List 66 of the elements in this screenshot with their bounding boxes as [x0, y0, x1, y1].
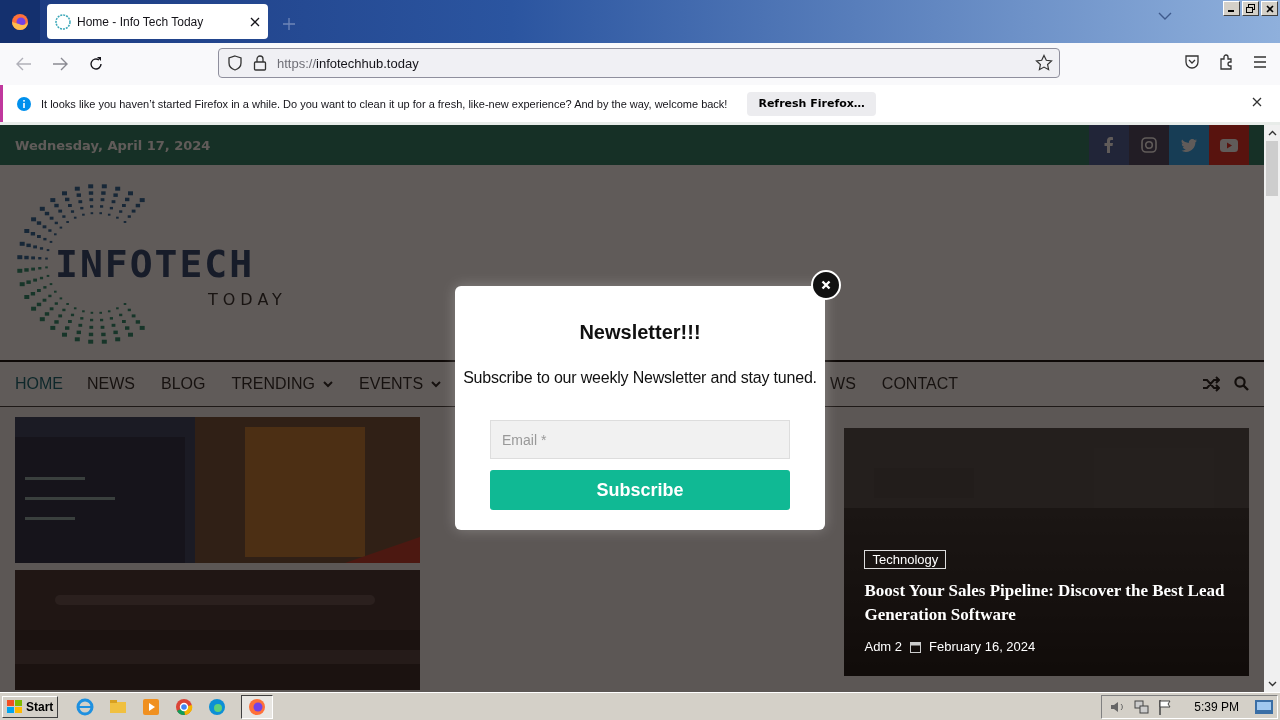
author-name[interactable]: Adm 2	[864, 639, 903, 654]
restore-icon	[1246, 4, 1255, 13]
category-tag[interactable]: Technology	[864, 550, 947, 569]
clock-time[interactable]: 5:39 PM	[1194, 699, 1239, 714]
firefox-icon	[248, 697, 267, 716]
lock-icon	[253, 55, 267, 71]
minimize-button[interactable]	[1223, 1, 1240, 16]
scroll-up-icon[interactable]	[1267, 130, 1277, 136]
site-logo[interactable]: INFOTECH TODAY	[15, 181, 297, 344]
nav-link[interactable]: WS	[830, 375, 856, 393]
facebook-icon[interactable]	[1089, 125, 1129, 165]
tab-list-icon[interactable]	[1158, 12, 1172, 20]
shield-icon	[227, 55, 243, 71]
post-date: February 16, 2024	[929, 639, 1036, 654]
scrollbar-thumb[interactable]	[1266, 141, 1278, 196]
close-icon	[1265, 4, 1274, 13]
post-title[interactable]: Boost Your Sales Pipeline: Discover the Best Lead Generation Software	[864, 579, 1227, 627]
notification-text: It looks like you haven’t started Firefox in a while. Do you want to clean it up for a fresh, like-new experience? And by the way, welcome back!	[41, 97, 728, 110]
site-favicon	[55, 13, 71, 30]
back-icon[interactable]	[16, 57, 32, 71]
search-icon[interactable]	[1234, 376, 1249, 391]
scroll-down-icon[interactable]	[1267, 681, 1277, 687]
shuffle-icon[interactable]	[1202, 376, 1220, 392]
nav-link[interactable]: TRENDING	[231, 375, 334, 393]
pocket-icon[interactable]	[1184, 54, 1200, 70]
forward-icon[interactable]	[52, 57, 68, 71]
firefox-icon[interactable]	[11, 12, 29, 31]
flag-icon[interactable]	[1158, 698, 1173, 715]
nav-link[interactable]: NEWS	[87, 375, 135, 393]
reload-icon[interactable]	[88, 56, 104, 72]
network-icon[interactable]	[1134, 698, 1151, 715]
internet-explorer-icon[interactable]	[76, 697, 95, 716]
restore-button[interactable]	[1242, 1, 1259, 16]
media-player-icon[interactable]	[142, 697, 161, 716]
start-button[interactable]: Start	[2, 695, 59, 718]
date-text: Wednesday, April 17, 2024	[15, 137, 211, 153]
instagram-icon[interactable]	[1129, 125, 1169, 165]
firefox-taskbar-button[interactable]	[241, 694, 274, 719]
edge-icon[interactable]	[208, 697, 227, 716]
popup-text: Subscribe to our weekly Newsletter and stay tuned.	[463, 369, 817, 387]
address-bar[interactable]: https://infotechhub.today	[218, 48, 1060, 78]
info-icon	[17, 96, 31, 111]
nav-link[interactable]: EVENTS	[359, 375, 442, 393]
nav-link[interactable]: HOME	[15, 375, 63, 393]
browser-tab[interactable]: Home - Info Tech Today	[47, 4, 268, 39]
show-desktop-icon[interactable]	[1255, 699, 1273, 714]
caret-icon	[431, 380, 442, 388]
extensions-icon[interactable]	[1218, 54, 1234, 70]
nav-link[interactable]: CONTACT	[881, 375, 958, 393]
youtube-icon[interactable]	[1209, 125, 1249, 165]
menu-icon[interactable]	[1252, 54, 1268, 70]
close-icon[interactable]	[1252, 97, 1262, 107]
popup-title: Newsletter!!!	[579, 321, 701, 344]
refresh-firefox-button[interactable]: Refresh Firefox…	[747, 91, 876, 116]
new-tab-icon[interactable]	[282, 17, 296, 31]
close-button[interactable]	[1261, 1, 1278, 16]
close-icon	[821, 280, 831, 290]
calendar-icon	[910, 640, 922, 653]
bookmark-star-icon[interactable]	[1035, 54, 1053, 72]
close-icon[interactable]	[250, 16, 260, 27]
caret-icon	[323, 380, 334, 388]
subscribe-button[interactable]: Subscribe	[490, 470, 790, 510]
nav-link[interactable]: BLOG	[161, 375, 206, 393]
windows-logo-icon	[7, 699, 23, 714]
chrome-icon[interactable]	[175, 697, 194, 716]
email-field[interactable]: Email *	[490, 420, 790, 459]
